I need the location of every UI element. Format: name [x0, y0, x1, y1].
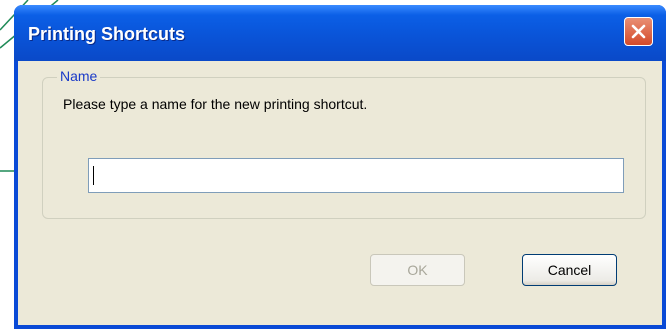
text-caret [93, 166, 94, 185]
close-icon [631, 24, 646, 39]
printing-shortcuts-dialog: Printing Shortcuts Name Please type a na… [14, 5, 666, 329]
window-title: Printing Shortcuts [28, 24, 185, 44]
name-groupbox: Name Please type a name for the new prin… [42, 68, 646, 219]
title-bar[interactable]: Printing Shortcuts [14, 5, 666, 61]
cancel-button[interactable]: Cancel [522, 254, 617, 286]
shortcut-name-input[interactable] [88, 158, 624, 193]
ok-button[interactable]: OK [370, 254, 465, 286]
groupbox-label: Name [57, 68, 101, 84]
close-button[interactable] [624, 17, 653, 46]
name-description: Please type a name for the new printing … [63, 96, 368, 112]
dialog-client-area: Name Please type a name for the new prin… [18, 61, 662, 325]
